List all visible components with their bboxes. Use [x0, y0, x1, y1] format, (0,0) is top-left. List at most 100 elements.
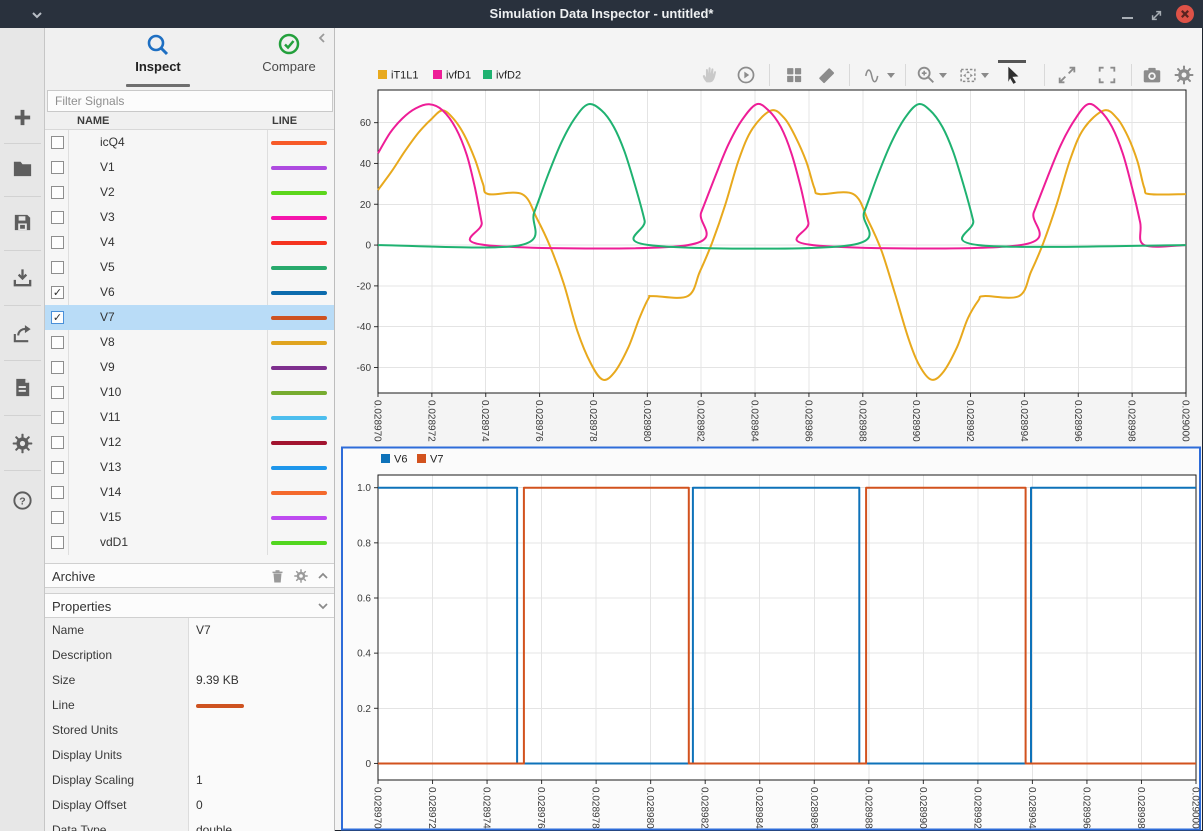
signal-checkbox[interactable] [51, 211, 64, 224]
signal-checkbox[interactable] [51, 436, 64, 449]
signal-line-swatch[interactable] [271, 316, 327, 320]
signal-checkbox[interactable] [51, 136, 64, 149]
signal-line-swatch[interactable] [271, 266, 327, 270]
signal-row-icQ4[interactable]: icQ4 [45, 130, 334, 155]
signal-line-swatch[interactable] [271, 366, 327, 370]
signal-checkbox[interactable] [51, 511, 64, 524]
signal-checkbox[interactable] [51, 486, 64, 499]
column-header-line[interactable]: LINE [272, 115, 297, 127]
signal-line-swatch[interactable] [271, 141, 327, 145]
top-chart[interactable]: 0.0289700.0289720.0289740.0289760.028978… [335, 60, 1203, 452]
signal-checkbox[interactable] [51, 236, 64, 249]
signal-row-V11[interactable]: V11 [45, 405, 334, 430]
signal-row-V8[interactable]: V8 [45, 330, 334, 355]
signal-row-V13[interactable]: V13 [45, 455, 334, 480]
collapse-panel-chevron-left-icon[interactable] [315, 31, 329, 45]
signal-name: V3 [100, 205, 115, 230]
trash-icon[interactable] [269, 568, 286, 585]
signal-line-swatch[interactable] [271, 541, 327, 545]
signal-row-V7[interactable]: ✓V7 [45, 305, 334, 330]
signal-line-swatch[interactable] [271, 516, 327, 520]
signal-checkbox[interactable] [51, 186, 64, 199]
x-tick-label: 0.028998 [1135, 787, 1146, 829]
x-tick-label: 0.028974 [481, 787, 492, 829]
signal-line-swatch[interactable] [271, 216, 327, 220]
save-button[interactable] [11, 211, 34, 234]
signal-line-swatch[interactable] [271, 416, 327, 420]
close-button[interactable] [1175, 4, 1195, 24]
signal-checkbox[interactable]: ✓ [51, 311, 64, 324]
archive-settings-gear-icon[interactable] [293, 568, 309, 584]
property-line-swatch[interactable] [196, 704, 244, 708]
x-tick-label: 0.028978 [590, 787, 601, 829]
open-folder-button[interactable] [11, 157, 34, 180]
collapse-properties-chevron-down-icon[interactable] [316, 600, 330, 614]
signal-row-V2[interactable]: V2 [45, 180, 334, 205]
property-value-line[interactable] [189, 693, 334, 718]
archive-section-header[interactable]: Archive [45, 563, 334, 588]
signal-checkbox[interactable] [51, 536, 64, 549]
help-button[interactable]: ? [11, 489, 34, 512]
signal-line-swatch[interactable] [271, 341, 327, 345]
properties-section-header[interactable]: Properties [45, 593, 334, 618]
signal-checkbox[interactable]: ✓ [51, 286, 64, 299]
property-label-data-type: Data Type [45, 818, 188, 831]
chart-canvas[interactable]: 0.0289700.0289720.0289740.0289760.028978… [335, 446, 1203, 831]
signal-row-V10[interactable]: V10 [45, 380, 334, 405]
signal-checkbox[interactable] [51, 386, 64, 399]
maximize-button[interactable] [1148, 7, 1164, 23]
signal-row-V6[interactable]: ✓V6 [45, 280, 334, 305]
property-value-display-units[interactable] [189, 743, 334, 768]
y-tick-label: 1.0 [357, 483, 371, 494]
property-value-display-scaling[interactable]: 1 [189, 768, 334, 793]
signal-line-swatch[interactable] [271, 191, 327, 195]
add-button[interactable] [11, 106, 34, 129]
signal-line-swatch[interactable] [271, 491, 327, 495]
chart-canvas[interactable]: 0.0289700.0289720.0289740.0289760.028978… [335, 60, 1203, 452]
minimize-button[interactable] [1122, 17, 1133, 19]
signal-line-swatch[interactable] [271, 391, 327, 395]
export-button[interactable] [11, 322, 34, 345]
signal-line-swatch[interactable] [271, 466, 327, 470]
signal-checkbox[interactable] [51, 361, 64, 374]
column-header-name[interactable]: NAME [77, 115, 109, 127]
signal-checkbox[interactable] [51, 411, 64, 424]
property-value-description[interactable] [189, 643, 334, 668]
tab-compare[interactable]: Compare [231, 32, 347, 84]
create-report-button[interactable] [11, 376, 34, 399]
import-button[interactable] [11, 266, 34, 289]
x-tick-label: 0.028980 [641, 400, 652, 442]
signal-row-V5[interactable]: V5 [45, 255, 334, 280]
signal-row-V9[interactable]: V9 [45, 355, 334, 380]
signal-checkbox[interactable] [51, 461, 64, 474]
signal-row-V12[interactable]: V12 [45, 430, 334, 455]
filter-signals-input[interactable] [47, 90, 333, 112]
property-value-stored-units [189, 718, 334, 743]
signal-line-swatch[interactable] [271, 241, 327, 245]
property-value-display-offset[interactable]: 0 [189, 793, 334, 818]
property-value-name[interactable]: V7 [189, 618, 334, 643]
collapse-archive-chevron-up-icon[interactable] [316, 569, 330, 583]
signal-row-vdD1[interactable]: vdD1 [45, 530, 334, 555]
bottom-chart-selected[interactable]: 0.0289700.0289720.0289740.0289760.028978… [335, 446, 1203, 831]
signal-checkbox[interactable] [51, 261, 64, 274]
signal-row-V4[interactable]: V4 [45, 230, 334, 255]
signal-row-V3[interactable]: V3 [45, 205, 334, 230]
x-tick-label: 0.028976 [535, 787, 546, 829]
properties-table: NameV7DescriptionSize9.39 KBLineStored U… [45, 618, 334, 831]
signal-checkbox[interactable] [51, 336, 64, 349]
signal-row-V14[interactable]: V14 [45, 480, 334, 505]
signal-line-swatch[interactable] [271, 166, 327, 170]
signal-row-V15[interactable]: V15 [45, 505, 334, 530]
signal-line-swatch[interactable] [271, 441, 327, 445]
window-menu-chevron-icon[interactable] [29, 7, 45, 23]
x-tick-label: 0.028972 [425, 400, 436, 442]
signal-checkbox[interactable] [51, 161, 64, 174]
tab-bar: Inspect Compare [45, 28, 334, 88]
tab-inspect[interactable]: Inspect [100, 32, 216, 84]
help-icon: ? [11, 489, 34, 512]
signal-row-V1[interactable]: V1 [45, 155, 334, 180]
signal-name: V12 [100, 430, 121, 455]
preferences-button[interactable] [11, 432, 34, 455]
signal-line-swatch[interactable] [271, 291, 327, 295]
